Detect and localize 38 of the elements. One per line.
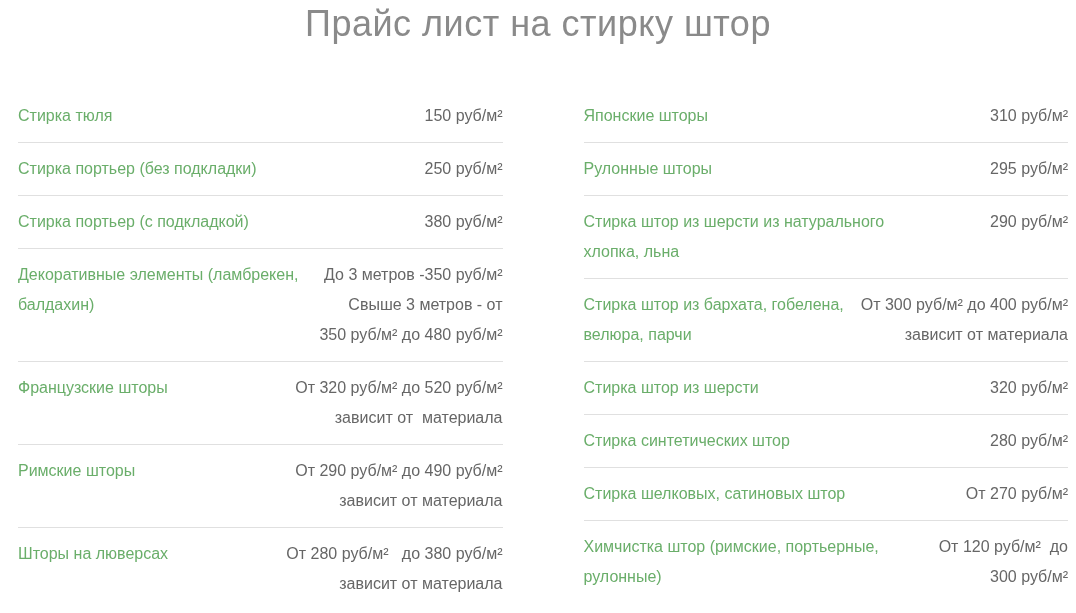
price-text: До 3 метров -350 руб/м² [323,265,503,285]
price-text: От 120 руб/м² до [938,537,1068,557]
service-name: Стирка штор из бархата, гобелена, велюра, парчи [583,295,845,345]
service-name: Декоративные элементы (ламбрекен, балдахин) [18,265,300,315]
service-name: Стирка штор из шерсти [583,378,759,398]
service-name: Стирка штор из шерсти из натурального хлопка, льна [583,212,886,262]
price-text: От 270 руб/м² [965,484,1068,504]
price-text: 280 руб/м² [990,431,1068,451]
price-text: От 280 руб/м² до 380 руб/м² [286,544,503,564]
price-text: 150 руб/м² [424,106,503,126]
service-name: Японские шторы [583,106,708,126]
price-text: зависит от материала [333,408,503,428]
service-name: Шторы на люверсах [18,544,169,564]
page-title: Прайс лист на стирку штор [304,2,772,46]
price-text: зависит от материала [338,574,503,594]
price-text: 295 руб/м² [990,159,1068,179]
price-text: 350 руб/м² до 480 руб/м² [319,325,503,345]
price-text: Свыше 3 метров - от [347,295,503,315]
price-text: От 320 руб/м² до 520 руб/м² [295,378,503,398]
service-name: Стирка тюля [18,106,113,126]
price-text: зависит от материала [903,325,1068,345]
price-text: 310 руб/м² [990,106,1068,126]
service-name: Химчистка штор (римские, портьерные, рулонные) [583,537,880,587]
price-text: От 300 руб/м² до 400 руб/м² [860,295,1068,315]
service-name: Французские шторы [18,378,168,398]
price-text: 300 руб/м² [989,567,1068,587]
price-text: 250 руб/м² [424,159,503,179]
service-name: Стирка шелковых, сатиновых штор [583,484,846,504]
price-text: 320 руб/м² [990,378,1068,398]
price-text: 290 руб/м² [990,212,1068,232]
service-name: Стирка синтетических штор [583,431,790,451]
service-name: Стирка портьер (с подкладкой) [18,212,249,232]
service-name: Рулонные шторы [583,159,713,179]
price-text: От 290 руб/м² до 490 руб/м² [295,461,503,481]
service-name: Римские шторы [18,461,136,481]
service-name: Стирка портьер (без подкладки) [18,159,257,179]
price-text: 380 руб/м² [424,212,503,232]
price-text: зависит от материала [338,491,503,511]
